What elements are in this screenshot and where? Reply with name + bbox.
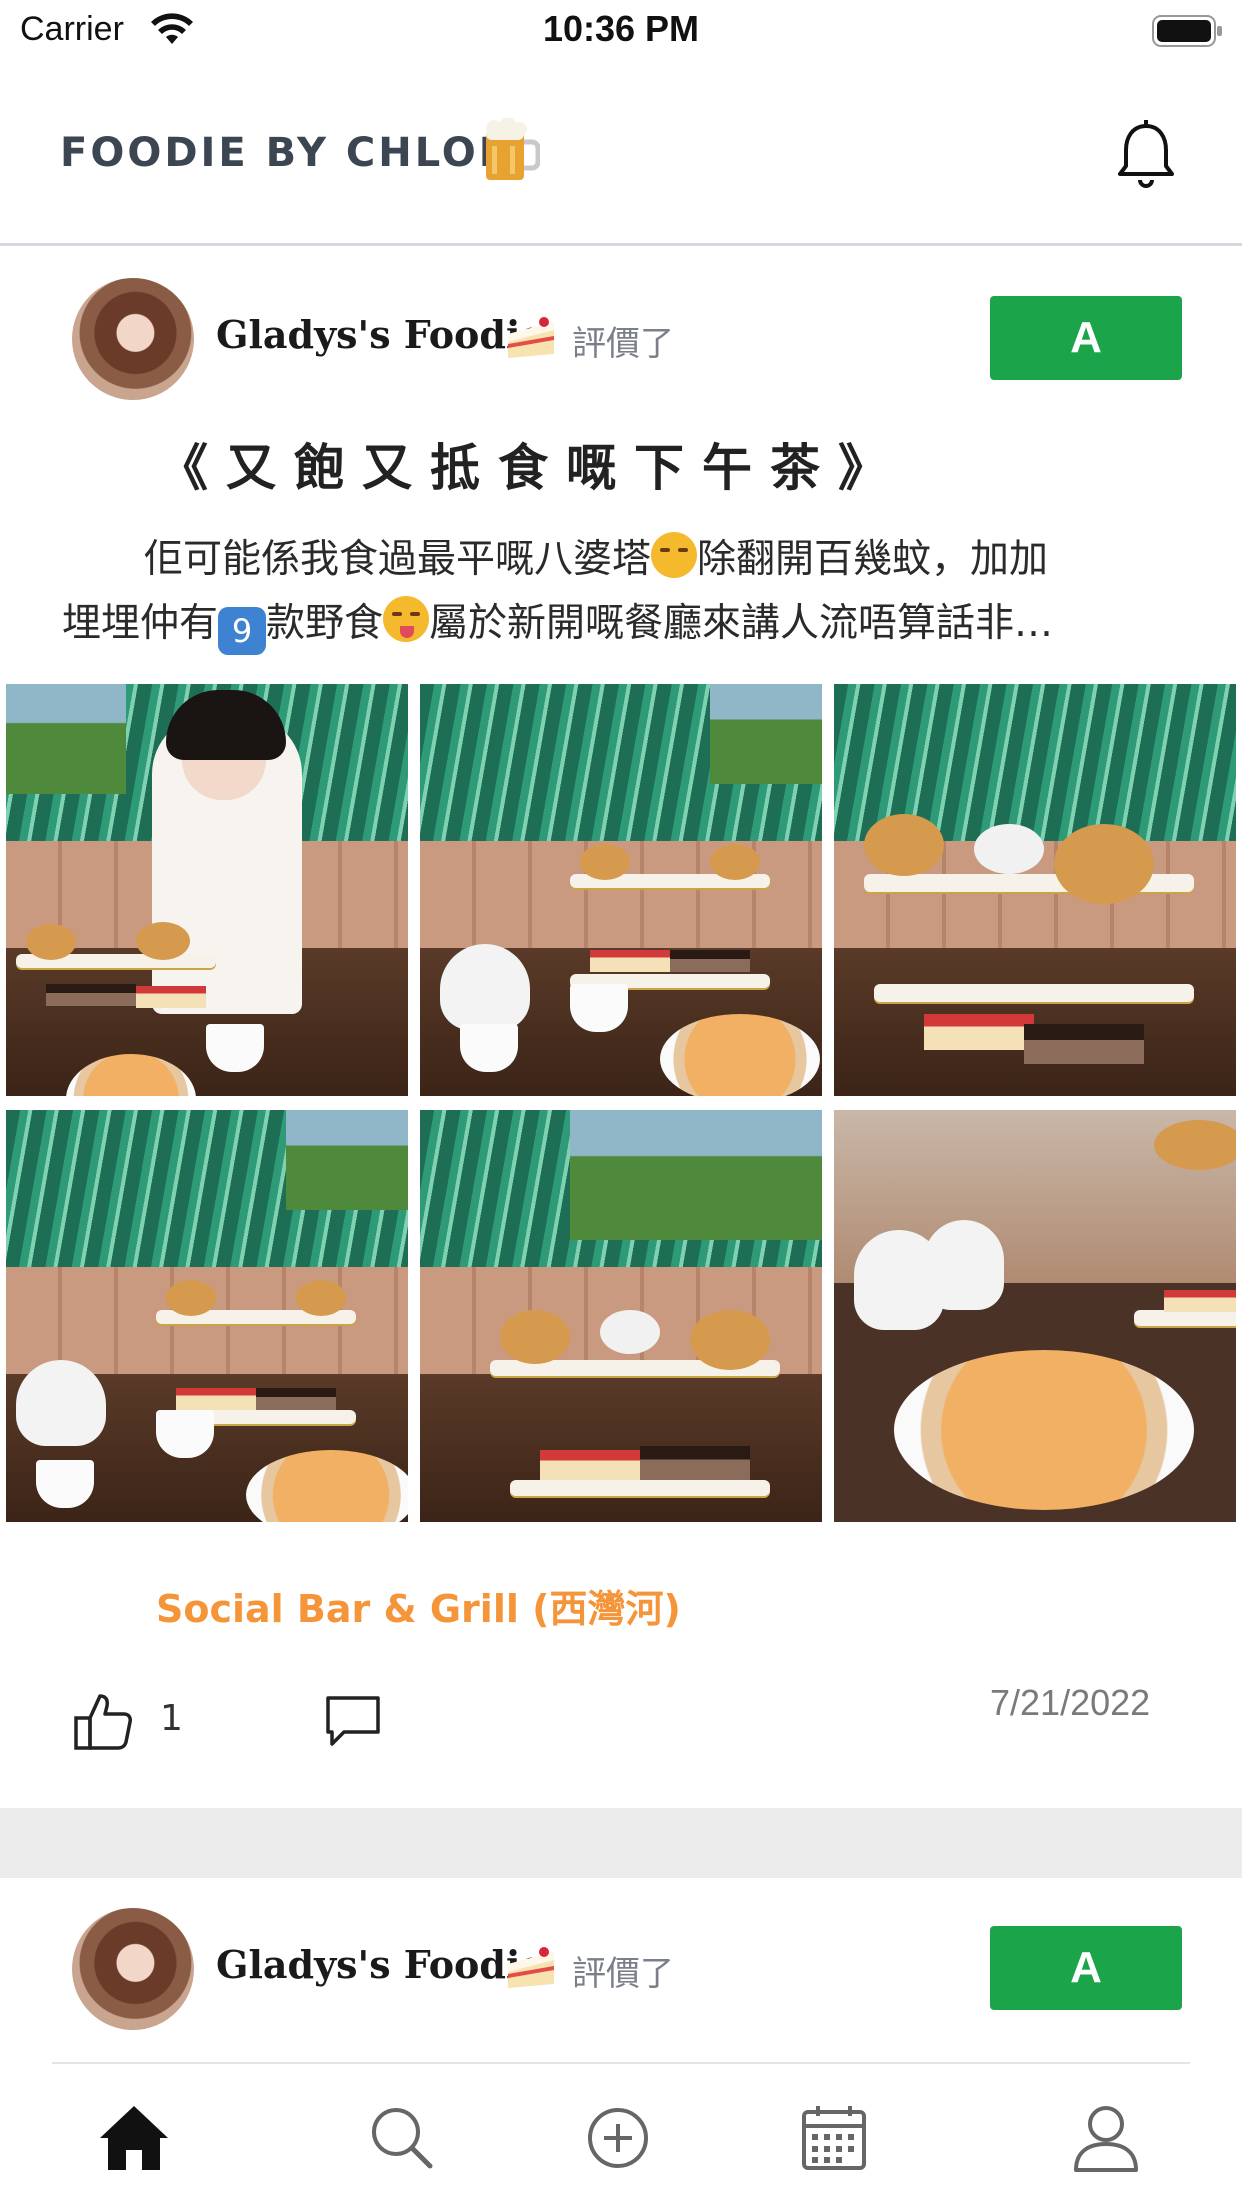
author-name[interactable]: Gladys's Foodie	[216, 312, 545, 357]
action-label: 評價了	[572, 324, 674, 364]
post-text: 屬於新開嘅餐廳來講人流唔算話非…	[429, 601, 1054, 646]
tab-bar-divider	[52, 2062, 1190, 2064]
rating-badge[interactable]: A	[990, 1926, 1182, 2010]
post-text: 佢可能係我食過最平嘅八婆塔	[144, 537, 652, 582]
avatar[interactable]	[72, 278, 194, 400]
calendar-icon[interactable]	[796, 2100, 872, 2176]
cake-icon	[508, 317, 554, 358]
add-circle-icon[interactable]	[580, 2100, 656, 2176]
post-photo[interactable]	[420, 684, 822, 1096]
battery-icon	[1152, 15, 1222, 47]
keycap-nine-icon: 9	[218, 607, 267, 655]
action-label: 評價了	[572, 1954, 674, 1994]
restaurant-link[interactable]: Social Bar & Grill (西灣河)	[156, 1578, 681, 1633]
notification-bell-button[interactable]	[1112, 118, 1180, 190]
post-photo[interactable]	[420, 1110, 822, 1522]
tongue-face-icon	[383, 596, 430, 642]
post-photo[interactable]	[6, 684, 408, 1096]
comment-button[interactable]	[322, 1692, 384, 1750]
cake-icon	[508, 1947, 554, 1988]
smirk-face-icon	[651, 532, 698, 578]
search-icon[interactable]	[364, 2100, 440, 2176]
post-text: 埋埋仲有	[62, 601, 219, 646]
status-bar: Carrier 10:36 PM	[0, 0, 1242, 64]
brand-title: FOODIE BY CHLOE	[60, 130, 510, 176]
post-text: 除翻開百幾蚊，加加	[697, 537, 1049, 582]
clock: 10:36 PM	[542, 8, 700, 49]
like-button[interactable]	[72, 1690, 134, 1752]
beer-mug-icon	[486, 118, 540, 180]
post-photo[interactable]	[834, 684, 1236, 1096]
app-header: FOODIE BY CHLOE	[0, 64, 1242, 246]
post-body[interactable]: 佢可能係我食過最平嘅八婆塔 除翻開百幾蚊，加加 埋埋仲有 9 款野食 屬於新開嘅餐廳來講…	[62, 528, 1182, 656]
rating-badge[interactable]: A	[990, 296, 1182, 380]
feed-separator	[0, 1808, 1242, 1878]
avatar[interactable]	[72, 1908, 194, 2030]
post-title: 《又飽又抵食嘅下午茶》	[158, 439, 906, 497]
post-date: 7/21/2022	[990, 1682, 1151, 1723]
post-photo[interactable]	[834, 1110, 1236, 1522]
post-photo[interactable]	[6, 1110, 408, 1522]
home-icon[interactable]	[96, 2100, 172, 2176]
like-count: 1	[160, 1698, 183, 1739]
profile-icon[interactable]	[1068, 2100, 1144, 2176]
author-name[interactable]: Gladys's Foodie	[216, 1942, 545, 1987]
post-text: 款野食	[266, 601, 384, 646]
